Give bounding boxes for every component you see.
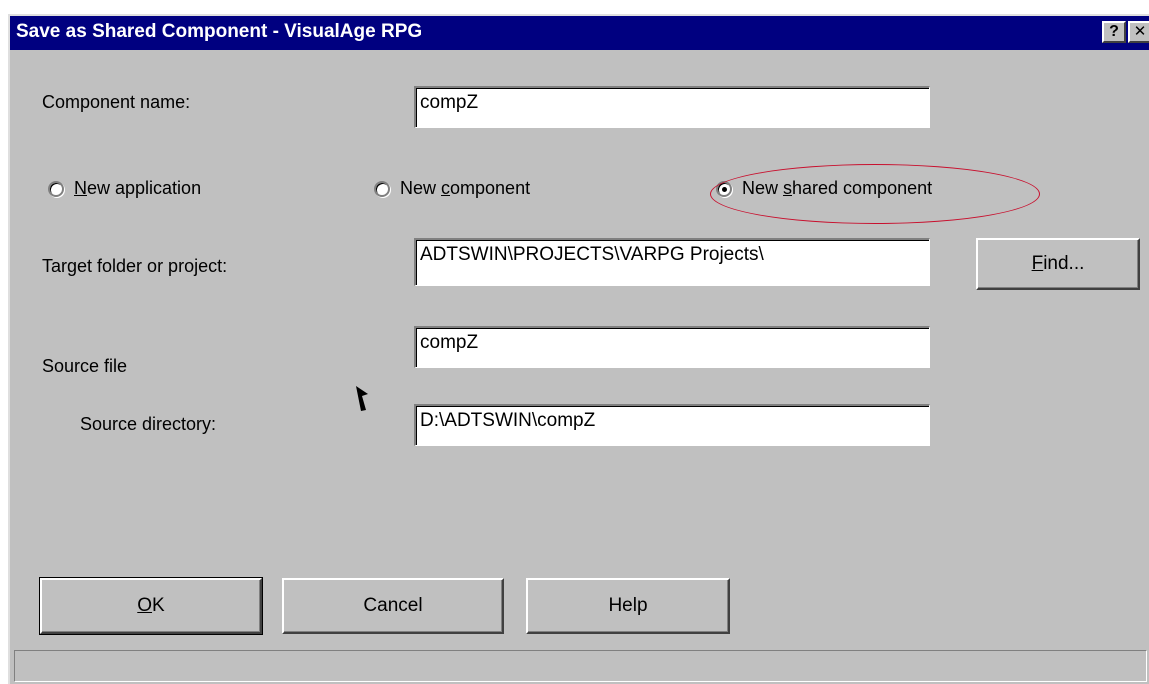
status-bar [14, 650, 1147, 682]
title-bar[interactable]: Save as Shared Component - VisualAge RPG… [10, 16, 1149, 50]
mouse-pointer-icon [356, 386, 368, 411]
find-button[interactable]: Find... [976, 238, 1140, 290]
target-folder-input[interactable] [420, 242, 925, 268]
target-folder-label: Target folder or project: [42, 256, 228, 276]
radio-indicator[interactable] [374, 180, 390, 197]
source-directory-field[interactable] [414, 404, 930, 446]
help-button[interactable]: Help [526, 578, 730, 634]
radio-indicator-selected[interactable] [716, 180, 732, 197]
target-folder-field[interactable] [414, 238, 930, 286]
radio-new-component[interactable]: New component [374, 178, 530, 199]
radio-new-shared-component[interactable]: New shared component [716, 178, 932, 199]
component-name-field[interactable] [414, 86, 930, 128]
window-title: Save as Shared Component - VisualAge RPG [16, 21, 423, 42]
radio-label: New application [74, 178, 202, 198]
help-title-button[interactable]: ? [1102, 21, 1126, 43]
radio-label: New component [400, 178, 531, 198]
source-directory-input[interactable] [420, 408, 925, 434]
find-button-label: Find... [1031, 253, 1085, 274]
ok-button[interactable]: OK [39, 577, 263, 635]
dialog-window: Save as Shared Component - VisualAge RPG… [8, 14, 1149, 684]
source-file-label: Source file [42, 356, 128, 376]
help-button-label: Help [608, 595, 648, 616]
radio-label: New shared component [742, 178, 933, 198]
radio-new-application[interactable]: New application [48, 178, 201, 199]
component-name-input[interactable] [420, 90, 925, 116]
radio-indicator[interactable] [48, 180, 64, 197]
component-name-label: Component name: [42, 92, 191, 112]
source-file-field[interactable] [414, 326, 930, 368]
cancel-button[interactable]: Cancel [282, 578, 504, 634]
cancel-button-label: Cancel [363, 595, 423, 616]
source-file-input[interactable] [420, 330, 925, 356]
close-icon[interactable]: ✕ [1128, 21, 1149, 43]
source-directory-label: Source directory: [80, 414, 217, 434]
ok-button-label: OK [137, 595, 165, 616]
